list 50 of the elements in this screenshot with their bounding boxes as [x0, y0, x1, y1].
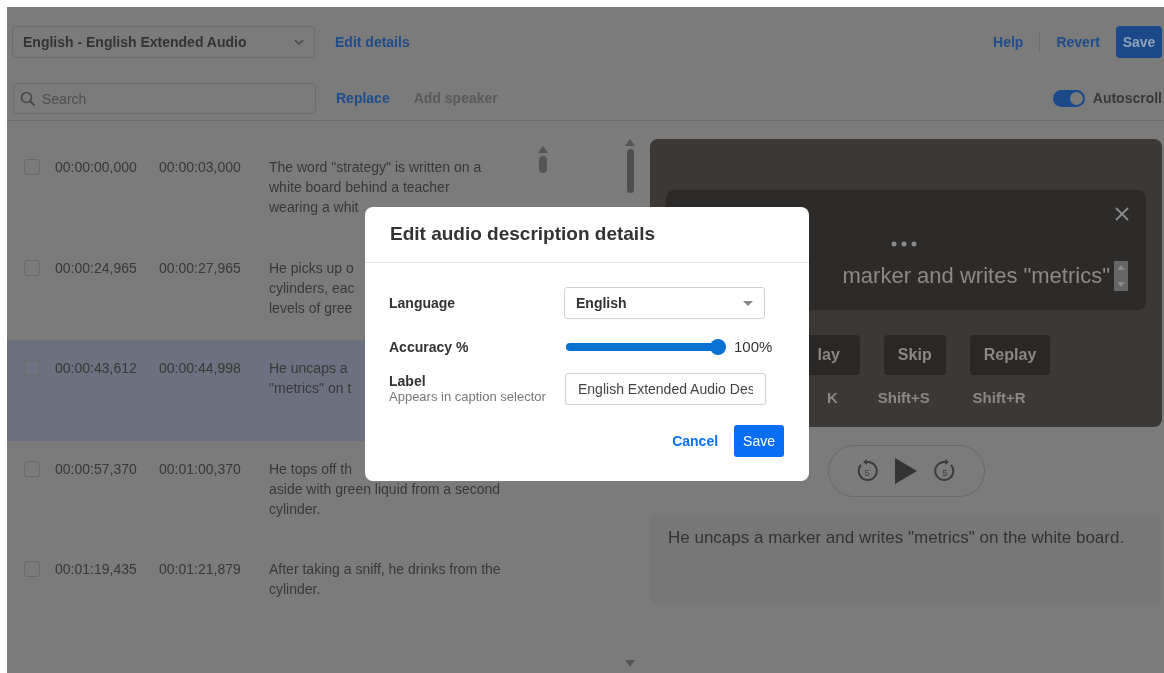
- end-time: 00:00:03,000: [159, 158, 242, 177]
- cue-scroll-thumb[interactable]: [538, 146, 548, 173]
- close-icon[interactable]: [1115, 207, 1129, 221]
- cue-text: He uncaps a "metrics" on t: [269, 359, 352, 398]
- save-button[interactable]: Save: [1116, 26, 1162, 58]
- label-field-label: Label: [389, 374, 427, 389]
- dialog-title: Edit audio description details: [390, 222, 655, 247]
- revert-link[interactable]: Revert: [1056, 31, 1100, 53]
- cue-text: He tops off th aside with green liquid from a second cylinder.: [269, 459, 501, 519]
- end-time: 00:00:44,998: [159, 359, 242, 378]
- caption-scroll-icon[interactable]: [1114, 260, 1128, 291]
- replace-link[interactable]: Replace: [336, 88, 390, 109]
- language-select[interactable]: English: [564, 287, 765, 319]
- edit-details-link[interactable]: Edit details: [335, 31, 410, 53]
- cue-text: The word "strategy" is written on a white board behind a teacher wearing a whit: [269, 158, 482, 217]
- scroll-up-icon[interactable]: [625, 139, 635, 146]
- scrollbar-thumb[interactable]: [626, 149, 634, 193]
- autoscroll-toggle[interactable]: [1052, 90, 1085, 107]
- language-label: Language: [389, 293, 457, 313]
- label-field-hint: Appears in caption selector: [389, 389, 547, 404]
- player-control-button[interactable]: Skip: [883, 335, 946, 375]
- caption-text: marker and writes "metrics": [842, 262, 1110, 290]
- track-select[interactable]: English - English Extended Audio: [12, 26, 315, 58]
- shortcut-label: K: [826, 388, 839, 408]
- cue-text: After taking a sniff, he drinks from the cylinder.: [269, 560, 501, 599]
- start-time: 00:00:00,000: [55, 158, 138, 177]
- start-time: 00:01:19,435: [55, 560, 138, 579]
- shortcut-label: Shift+S: [877, 388, 931, 408]
- start-time: 00:00:24,965: [55, 258, 138, 278]
- accuracy-value: 100%: [734, 336, 773, 357]
- start-time: 00:00:57,370: [55, 459, 138, 479]
- accuracy-label: Accuracy %: [389, 337, 470, 357]
- description-text-area[interactable]: He uncaps a marker and writes "metrics" on the white board.: [650, 515, 1162, 603]
- end-time: 00:01:00,370: [159, 459, 242, 479]
- cue-text: He picks up o cylinders, eac levels of gree: [269, 258, 355, 318]
- help-link[interactable]: Help: [993, 31, 1024, 53]
- end-time: 00:00:27,965: [159, 258, 242, 278]
- autoscroll-label: Autoscroll: [1092, 89, 1162, 108]
- search-icon: [20, 91, 36, 107]
- cancel-button[interactable]: Cancel: [672, 430, 719, 452]
- more-icon[interactable]: [891, 241, 917, 247]
- play-icon[interactable]: [895, 458, 917, 484]
- dialog-save-button[interactable]: Save: [734, 425, 784, 457]
- dropdown-arrow-icon: [743, 300, 753, 306]
- scroll-down-icon[interactable]: [625, 660, 635, 667]
- start-time: 00:00:43,612: [55, 359, 138, 378]
- shortcut-label: Shift+R: [972, 388, 1027, 408]
- end-time: 00:01:21,879: [159, 560, 242, 579]
- player-control-button[interactable]: Replay: [969, 335, 1051, 375]
- chevron-down-icon: [294, 39, 304, 45]
